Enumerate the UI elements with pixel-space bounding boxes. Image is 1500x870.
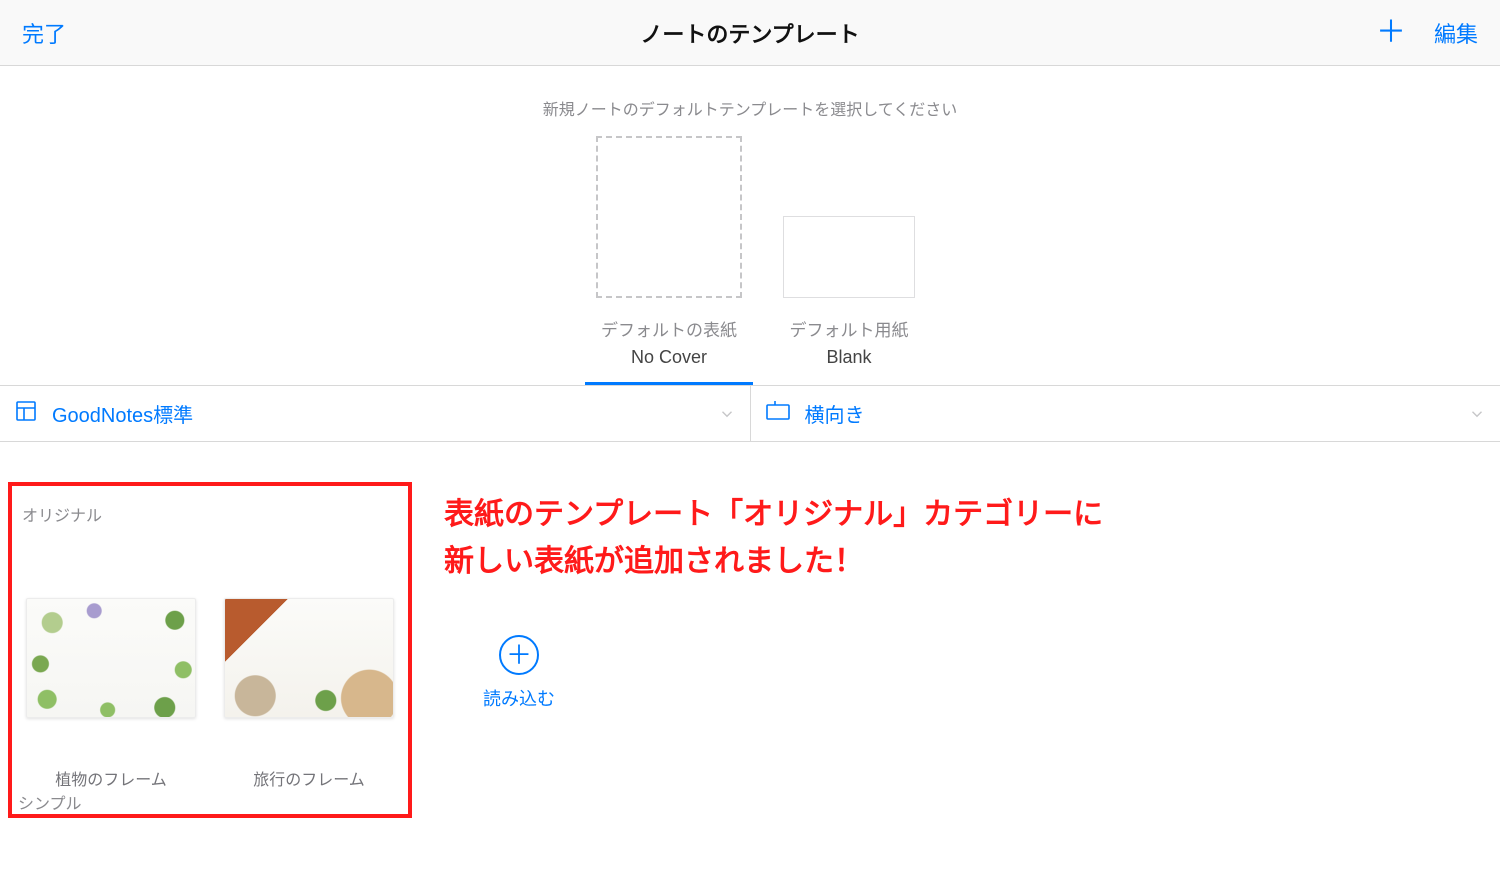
page-title: ノートのテンプレート	[640, 17, 859, 49]
travel-frame-cover	[224, 598, 394, 718]
template-icon	[14, 399, 38, 428]
template-source-label: GoodNotes標準	[52, 399, 193, 428]
blank-paper-placeholder	[783, 216, 915, 298]
default-paper-item[interactable]: デフォルト用紙 Blank	[783, 136, 915, 385]
no-cover-placeholder	[596, 136, 742, 298]
default-cover-caption: デフォルトの表紙	[601, 316, 737, 341]
template-source-filter[interactable]: GoodNotes標準	[0, 386, 750, 441]
filter-bar: GoodNotes標準 横向き	[0, 386, 1500, 442]
defaults-hint: 新規ノートのデフォルトテンプレートを選択してください	[0, 96, 1500, 120]
default-template-section: 新規ノートのデフォルトテンプレートを選択してください デフォルトの表紙 No C…	[0, 66, 1500, 386]
default-cover-item[interactable]: デフォルトの表紙 No Cover	[585, 136, 753, 385]
original-category-highlight: オリジナル 植物のフレーム 旅行のフレーム	[8, 482, 412, 818]
orientation-icon	[765, 399, 791, 428]
add-icon[interactable]: ＋	[1376, 18, 1406, 48]
category-simple-label: シンプル	[18, 790, 82, 814]
template-thumb-travel[interactable]: 旅行のフレーム	[224, 598, 394, 790]
annotation-text: 表紙のテンプレート「オリジナル」カテゴリーに 新しい表紙が追加されました！	[444, 492, 1500, 585]
chevron-down-icon	[718, 405, 736, 423]
orientation-label: 横向き	[805, 399, 865, 428]
default-paper-value: Blank	[826, 347, 871, 368]
default-paper-caption: デフォルト用紙	[790, 316, 909, 341]
template-thumb-plant[interactable]: 植物のフレーム	[26, 598, 196, 790]
orientation-filter[interactable]: 横向き	[750, 386, 1500, 441]
import-button[interactable]: ＋ 読み込む	[474, 635, 564, 711]
travel-frame-label: 旅行のフレーム	[253, 766, 365, 790]
plant-frame-label: 植物のフレーム	[55, 766, 167, 790]
top-nav: 完了 ノートのテンプレート ＋ 編集	[0, 0, 1500, 66]
import-label: 読み込む	[483, 685, 555, 711]
edit-button[interactable]: 編集	[1434, 17, 1478, 49]
default-cover-value: No Cover	[631, 347, 707, 368]
done-button[interactable]: 完了	[22, 17, 66, 49]
plus-circle-icon: ＋	[499, 635, 539, 675]
chevron-down-icon	[1468, 405, 1486, 423]
plant-frame-cover	[26, 598, 196, 718]
category-original-label: オリジナル	[22, 502, 400, 526]
